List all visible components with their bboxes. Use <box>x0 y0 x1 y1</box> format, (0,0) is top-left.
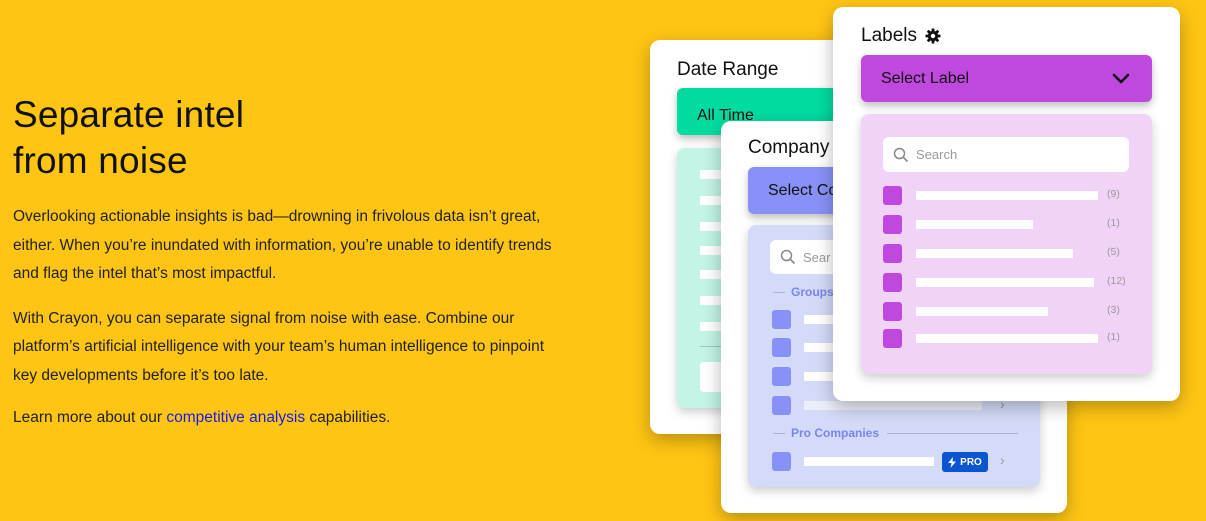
label-item-checkbox[interactable] <box>883 186 902 205</box>
labels-card: Labels Select Label Search (9) (1) (5) (12) <box>833 7 1180 401</box>
pro-companies-label: Pro Companies <box>791 426 880 440</box>
company-search-placeholder: Sear <box>803 249 831 265</box>
section-divider <box>773 432 785 434</box>
pro-companies-section-label: Pro Companies <box>773 426 1018 440</box>
hero-title-line1: Separate intel <box>13 94 245 135</box>
label-item-checkbox[interactable] <box>883 273 902 292</box>
section-divider <box>773 291 785 293</box>
label-item-checkbox[interactable] <box>883 244 902 263</box>
group-item-checkbox[interactable] <box>772 338 791 357</box>
hero-paragraph-1: Overlooking actionable insights is bad—d… <box>13 208 552 282</box>
label-item-checkbox[interactable] <box>883 329 902 348</box>
learn-more-prefix: Learn more about our <box>13 409 167 426</box>
search-icon <box>893 147 909 162</box>
label-item-bar <box>916 220 1033 229</box>
label-item-count: (3) <box>1107 304 1120 316</box>
learn-more-suffix: capabilities. <box>305 409 391 426</box>
hero-title-line2: from noise <box>13 140 188 181</box>
label-search-placeholder: Search <box>916 147 958 162</box>
group-item-checkbox[interactable] <box>772 367 791 386</box>
label-search-input[interactable]: Search <box>883 137 1129 172</box>
labels-title-row: Labels <box>861 25 941 47</box>
label-item-bar <box>916 307 1048 316</box>
pro-company-bar <box>804 457 934 466</box>
label-item-count: (1) <box>1107 331 1120 343</box>
search-icon <box>780 249 796 265</box>
hero-paragraph-3: Learn more about our competitive analysi… <box>13 404 553 433</box>
chevron-down-icon[interactable] <box>1112 73 1130 84</box>
labels-title: Labels <box>861 25 917 46</box>
label-item-count: (12) <box>1107 275 1126 287</box>
label-item-checkbox[interactable] <box>883 302 902 321</box>
gear-icon[interactable] <box>925 28 941 44</box>
competitive-analysis-link[interactable]: competitive analysis <box>166 409 305 426</box>
company-title: Company <box>748 137 830 158</box>
pro-badge-label: PRO <box>960 456 982 468</box>
lightning-icon <box>948 456 957 468</box>
group-item-checkbox[interactable] <box>772 396 791 415</box>
section-divider <box>887 432 1018 434</box>
label-select-placeholder: Select Label <box>881 69 970 87</box>
hero-paragraph-2: With Crayon, you can separate signal fro… <box>13 309 545 384</box>
pro-company-checkbox[interactable] <box>772 452 791 471</box>
groups-section-label: Groups <box>773 285 834 299</box>
hero-section: Separate intel from noise Overlooking ac… <box>13 92 553 433</box>
pro-badge: PRO <box>942 452 988 472</box>
label-item-checkbox[interactable] <box>883 215 902 234</box>
label-item-bar <box>916 191 1098 200</box>
company-select-placeholder: Select Co <box>768 181 838 199</box>
label-item-bar <box>916 278 1094 287</box>
date-range-title: Date Range <box>677 59 779 80</box>
label-item-count: (1) <box>1107 217 1120 229</box>
label-item-count: (9) <box>1107 188 1120 200</box>
hero-title: Separate intel from noise <box>13 92 553 184</box>
label-options-panel: Search (9) (1) (5) (12) (3) (1) <box>861 114 1152 374</box>
group-item-checkbox[interactable] <box>772 310 791 329</box>
label-item-bar <box>916 249 1073 258</box>
label-item-count: (5) <box>1107 246 1120 258</box>
group-item-bar <box>804 401 982 410</box>
chevron-right-icon[interactable]: › <box>1000 452 1005 468</box>
label-item-bar <box>916 334 1098 343</box>
label-select-dropdown[interactable]: Select Label <box>861 55 1152 102</box>
groups-label: Groups <box>791 285 834 299</box>
